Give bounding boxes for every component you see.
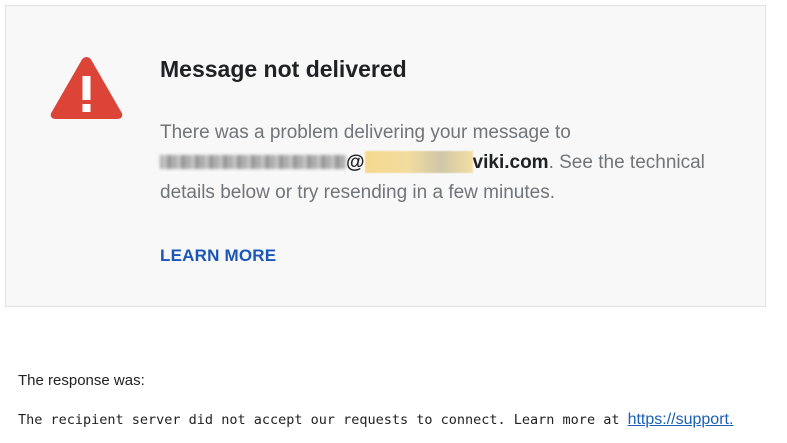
delivery-message: There was a problem delivering your mess… [160, 118, 740, 208]
support-link[interactable]: https://support. [628, 411, 734, 428]
response-label: The response was: [18, 372, 145, 389]
learn-more-link[interactable]: LEARN MORE [160, 246, 276, 266]
response-text: The recipient server did not accept our … [18, 412, 628, 428]
message-line-2-suffix: . See the technical [548, 152, 705, 173]
message-line-1: There was a problem delivering your mess… [160, 122, 571, 143]
recipient-domain: viki.com [472, 152, 549, 173]
warning-triangle-icon [50, 57, 123, 119]
redacted-recipient-domain [364, 151, 473, 173]
message-line-2: @ viki.com. See the technical [160, 148, 740, 178]
delivery-failure-card: Message not delivered There was a proble… [5, 5, 766, 307]
response-details: The recipient server did not accept our … [18, 411, 733, 429]
recipient-at-sign: @ [346, 152, 365, 173]
page-title: Message not delivered [160, 56, 407, 82]
redacted-recipient-name [160, 155, 346, 169]
message-line-3: details below or try resending in a few … [160, 182, 555, 203]
